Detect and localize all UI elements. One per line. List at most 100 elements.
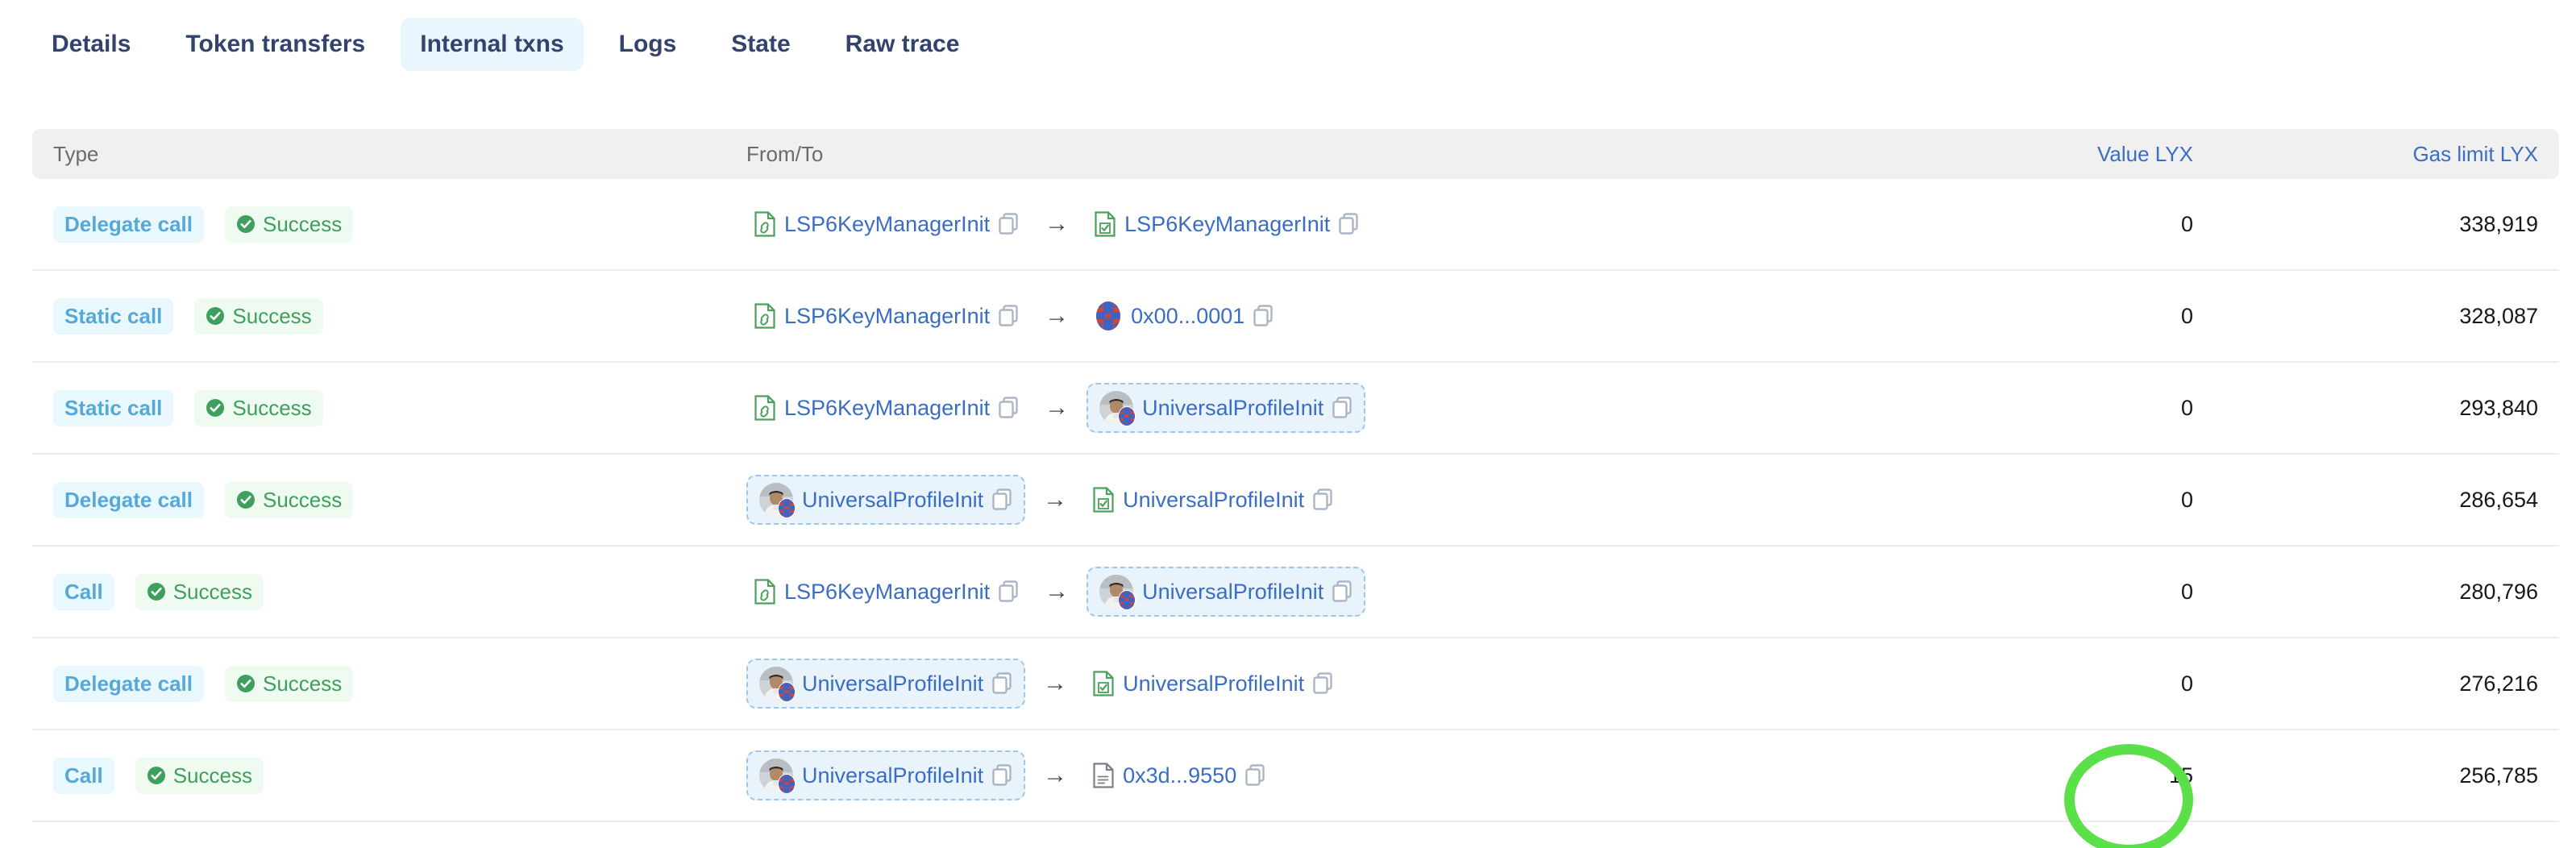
from-entity[interactable]: UniversalProfileInit — [746, 659, 1026, 709]
copy-icon[interactable] — [1339, 213, 1359, 235]
avatar — [1099, 575, 1136, 610]
call-type-badge[interactable]: Delegate call — [53, 206, 204, 243]
to-entity-label[interactable]: 0x00...0001 — [1131, 304, 1244, 329]
status-badge-label: Success — [262, 211, 343, 236]
from-entity-label[interactable]: LSP6KeyManagerInit — [784, 580, 990, 605]
status-badge-label: Success — [262, 487, 343, 512]
avatar — [759, 759, 796, 794]
table-row: Static call Success LSP6KeyManagerInit →… — [32, 271, 2559, 363]
copy-icon[interactable] — [1253, 305, 1273, 327]
contract-unverified-icon — [1093, 763, 1114, 788]
cell-from-to: UniversalProfileInit → UniversalProfileI… — [746, 659, 1851, 709]
check-circle-icon — [236, 675, 255, 692]
copy-icon[interactable] — [999, 397, 1019, 419]
from-entity[interactable]: LSP6KeyManagerInit — [746, 297, 1027, 335]
cell-value-lyx: 0 — [2180, 303, 2193, 328]
cell-type: Delegate call Success — [53, 665, 746, 702]
from-entity[interactable]: LSP6KeyManagerInit — [746, 206, 1027, 243]
cell-value-lyx: 15 — [2168, 763, 2193, 788]
from-entity-label[interactable]: UniversalProfileInit — [802, 763, 983, 788]
call-type-badge[interactable]: Delegate call — [53, 665, 204, 702]
contract-verified-icon — [1095, 211, 1116, 237]
call-type-badge[interactable]: Delegate call — [53, 481, 204, 518]
avatar-identicon-badge — [778, 498, 796, 518]
to-entity[interactable]: 0x00...0001 — [1086, 294, 1282, 338]
cell-type: Delegate call Success — [53, 206, 746, 243]
from-entity-label[interactable]: LSP6KeyManagerInit — [784, 304, 990, 329]
cell-from-to: UniversalProfileInit → 0x3d...9550 — [746, 750, 1851, 800]
copy-icon[interactable] — [992, 672, 1012, 695]
copy-icon[interactable] — [999, 213, 1019, 235]
copy-icon[interactable] — [1332, 397, 1352, 419]
to-entity-label[interactable]: UniversalProfileInit — [1123, 671, 1304, 696]
cell-type: Call Success — [53, 757, 746, 794]
status-badge: Success — [224, 665, 354, 702]
from-entity-label[interactable]: LSP6KeyManagerInit — [784, 212, 990, 237]
table-row: Call Success LSP6KeyManagerInit → Univer… — [32, 547, 2559, 638]
to-entity-label[interactable]: UniversalProfileInit — [1123, 488, 1304, 513]
cell-gas-limit-lyx: 280,796 — [2459, 579, 2538, 604]
tab-logs[interactable]: Logs — [600, 18, 696, 71]
copy-icon[interactable] — [992, 488, 1012, 511]
contract-proxy-icon — [754, 395, 775, 421]
from-entity-label[interactable]: UniversalProfileInit — [802, 488, 983, 513]
tab-details[interactable]: Details — [32, 18, 150, 71]
cell-gas-limit-lyx: 328,087 — [2459, 303, 2538, 328]
check-circle-icon — [147, 767, 165, 784]
copy-icon[interactable] — [1313, 672, 1333, 695]
to-entity[interactable]: UniversalProfileInit — [1085, 665, 1341, 702]
contract-verified-icon — [1093, 671, 1114, 696]
column-header-value[interactable]: Value LYX — [1851, 142, 2193, 167]
copy-icon[interactable] — [1332, 580, 1352, 603]
cell-value-lyx: 0 — [2180, 671, 2193, 696]
arrow-right-icon: → — [1043, 486, 1068, 513]
contract-proxy-icon — [754, 211, 775, 237]
arrow-right-icon: → — [1045, 394, 1070, 421]
status-badge-label: Success — [172, 763, 252, 788]
from-entity[interactable]: UniversalProfileInit — [746, 750, 1026, 800]
from-entity-label[interactable]: LSP6KeyManagerInit — [784, 396, 990, 421]
column-header-gas-limit[interactable]: Gas limit LYX — [2193, 142, 2538, 167]
to-entity-label[interactable]: UniversalProfileInit — [1142, 580, 1323, 605]
to-entity-label[interactable]: UniversalProfileInit — [1142, 396, 1323, 421]
status-badge: Success — [135, 573, 264, 610]
tab-token-transfers[interactable]: Token transfers — [166, 18, 384, 71]
to-entity[interactable]: UniversalProfileInit — [1086, 567, 1366, 617]
tab-raw-trace[interactable]: Raw trace — [826, 18, 979, 71]
to-entity-label[interactable]: 0x3d...9550 — [1123, 763, 1236, 788]
copy-icon[interactable] — [999, 580, 1019, 603]
from-entity-label[interactable]: UniversalProfileInit — [802, 671, 983, 696]
from-entity[interactable]: LSP6KeyManagerInit — [746, 389, 1027, 426]
tab-state[interactable]: State — [712, 18, 809, 71]
call-type-badge[interactable]: Static call — [53, 297, 174, 335]
from-entity[interactable]: UniversalProfileInit — [746, 475, 1026, 525]
copy-icon[interactable] — [992, 764, 1012, 787]
copy-icon[interactable] — [1245, 764, 1265, 787]
avatar — [759, 667, 796, 702]
contract-proxy-icon — [754, 579, 775, 605]
cell-gas-limit-lyx: 256,785 — [2459, 763, 2538, 788]
internal-txns-page: Details Token transfers Internal txns Lo… — [0, 0, 2576, 848]
to-entity[interactable]: UniversalProfileInit — [1085, 481, 1341, 518]
table-row: Delegate call Success LSP6KeyManagerInit… — [32, 179, 2559, 271]
cell-from-to: LSP6KeyManagerInit → UniversalProfileIni… — [746, 383, 1851, 433]
check-circle-icon — [206, 307, 225, 325]
to-entity[interactable]: LSP6KeyManagerInit — [1086, 206, 1367, 243]
copy-icon[interactable] — [1313, 488, 1333, 511]
arrow-right-icon: → — [1045, 210, 1070, 237]
tab-internal-txns[interactable]: Internal txns — [401, 18, 584, 71]
call-type-badge[interactable]: Call — [53, 573, 114, 610]
to-entity-label[interactable]: LSP6KeyManagerInit — [1124, 212, 1330, 237]
call-type-badge[interactable]: Static call — [53, 389, 174, 426]
cell-value-lyx: 0 — [2180, 487, 2193, 512]
check-circle-icon — [206, 399, 225, 417]
copy-icon[interactable] — [999, 305, 1019, 327]
table-row: Delegate call Success UniversalProfileIn… — [32, 455, 2559, 547]
to-entity[interactable]: UniversalProfileInit — [1086, 383, 1366, 433]
status-badge-label: Success — [172, 579, 252, 604]
cell-gas-limit-lyx: 276,216 — [2459, 671, 2538, 696]
cell-from-to: LSP6KeyManagerInit → UniversalProfileIni… — [746, 567, 1851, 617]
call-type-badge[interactable]: Call — [53, 757, 114, 794]
from-entity[interactable]: LSP6KeyManagerInit — [746, 573, 1027, 610]
to-entity[interactable]: 0x3d...9550 — [1085, 757, 1273, 794]
